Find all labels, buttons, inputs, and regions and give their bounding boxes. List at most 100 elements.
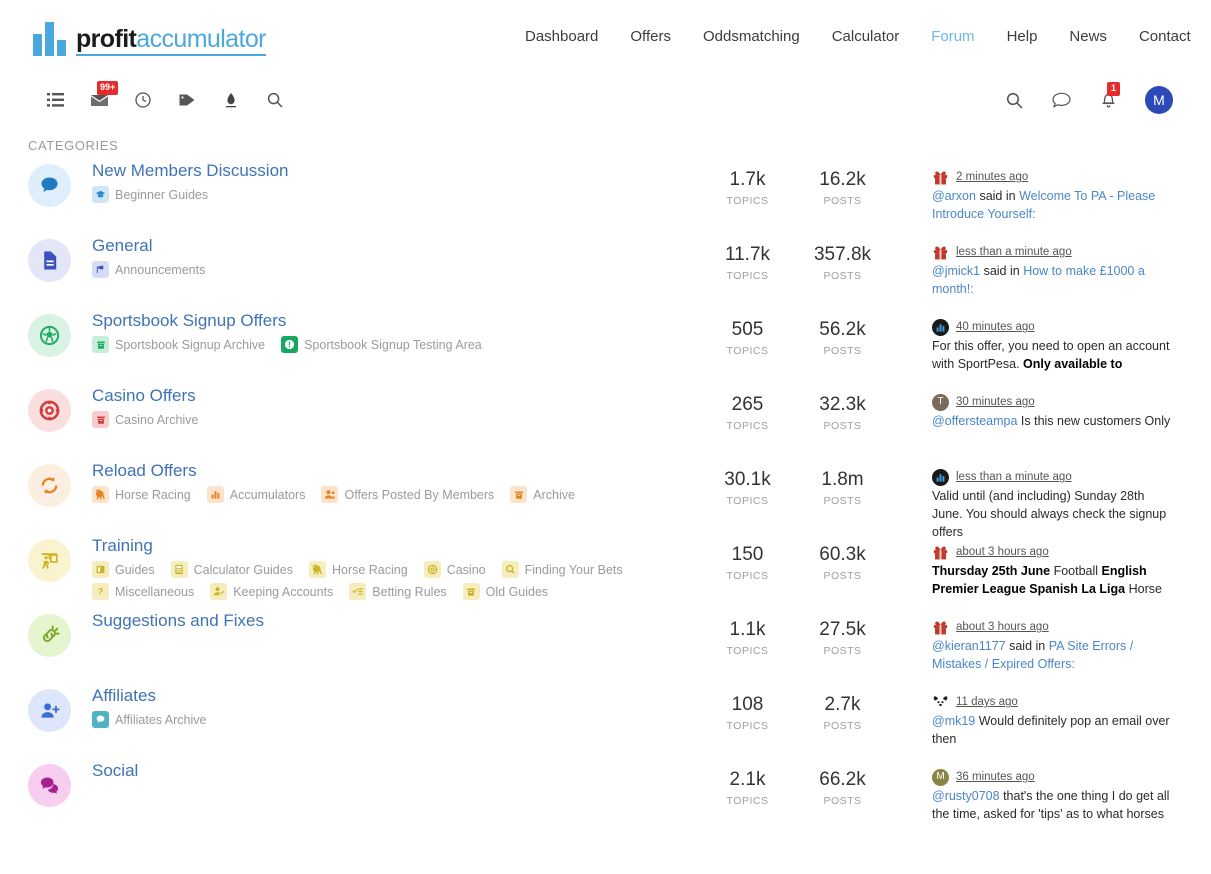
- bar-chart-icon[interactable]: [932, 469, 949, 486]
- latest-post-author[interactable]: @offersteampa: [932, 414, 1017, 428]
- question-icon: ?: [92, 583, 109, 601]
- dog-icon[interactable]: [932, 694, 949, 711]
- subcategory-link[interactable]: Betting Rules: [349, 583, 447, 601]
- subcategory-link[interactable]: Casino Archive: [92, 411, 198, 429]
- latest-post-excerpt: @kieran1177 said in PA Site Errors / Mis…: [932, 638, 1176, 674]
- latest-post-time[interactable]: less than a minute ago: [956, 244, 1072, 260]
- broken-link-icon[interactable]: [28, 614, 71, 657]
- chat-bubble-icon[interactable]: [1051, 90, 1071, 110]
- latest-post-time[interactable]: 40 minutes ago: [956, 319, 1035, 335]
- site-logo[interactable]: profitaccumulator: [33, 22, 266, 56]
- category-title-link[interactable]: New Members Discussion: [92, 161, 289, 180]
- posts-count: 60.3k: [819, 544, 866, 565]
- latest-post-author[interactable]: @rusty0708: [932, 789, 1000, 803]
- latest-post-time[interactable]: 2 minutes ago: [956, 169, 1028, 185]
- latest-post-header: 11 days ago: [932, 694, 1176, 711]
- gift-icon[interactable]: [932, 244, 949, 261]
- category-title-link[interactable]: Social: [92, 761, 138, 780]
- latest-post-time[interactable]: about 3 hours ago: [956, 619, 1049, 635]
- subcategory-link[interactable]: Archive: [510, 486, 575, 504]
- chats-icon[interactable]: [28, 764, 71, 807]
- subcategory-link[interactable]: Sportsbook Signup Archive: [92, 336, 265, 354]
- bar-chart-icon[interactable]: [932, 319, 949, 336]
- subcategory-link[interactable]: Keeping Accounts: [210, 583, 333, 601]
- forum-toolbar-right: 1 M: [1004, 78, 1173, 122]
- avatar[interactable]: T: [932, 394, 949, 411]
- refresh-icon[interactable]: [28, 464, 71, 507]
- posts-label: POSTS: [823, 344, 862, 357]
- gift-icon[interactable]: [932, 169, 949, 186]
- latest-post-time[interactable]: less than a minute ago: [956, 469, 1072, 485]
- bell-icon[interactable]: 1: [1098, 82, 1121, 110]
- latest-post-author[interactable]: @kieran1177: [932, 639, 1006, 653]
- subcategory-link[interactable]: Old Guides: [462, 583, 548, 601]
- category-title-link[interactable]: Casino Offers: [92, 386, 196, 405]
- football-icon[interactable]: [28, 314, 71, 357]
- gift-icon[interactable]: [932, 619, 949, 636]
- avatar[interactable]: M: [932, 769, 949, 786]
- category-title-link[interactable]: Reload Offers: [92, 461, 197, 480]
- latest-post-author[interactable]: @mk19: [932, 714, 975, 728]
- subcategory-link[interactable]: Sportsbook Signup Testing Area: [281, 336, 482, 354]
- user-avatar[interactable]: M: [1145, 86, 1173, 114]
- user-plus-icon[interactable]: [28, 689, 71, 732]
- subcategory-link[interactable]: Announcements: [92, 261, 205, 279]
- subcategory-link[interactable]: Horse Racing: [92, 486, 191, 504]
- latest-post-time[interactable]: 36 minutes ago: [956, 769, 1035, 785]
- nav-item-help[interactable]: Help: [1007, 28, 1038, 45]
- category-title-link[interactable]: Affiliates: [92, 686, 156, 705]
- latest-post-time[interactable]: about 3 hours ago: [956, 544, 1049, 560]
- horse-icon: [308, 561, 326, 579]
- nav-item-news[interactable]: News: [1069, 28, 1107, 45]
- tag-icon[interactable]: [177, 90, 197, 110]
- book-icon: [92, 561, 109, 579]
- subcategory-link[interactable]: Accumulators: [206, 486, 305, 504]
- topics-stat: 505 TOPICS: [700, 319, 795, 357]
- gift-icon[interactable]: [932, 544, 949, 561]
- latest-post-time[interactable]: 30 minutes ago: [956, 394, 1035, 410]
- clock-icon[interactable]: [133, 90, 153, 110]
- document-icon[interactable]: [28, 239, 71, 282]
- latest-post-time[interactable]: 11 days ago: [956, 694, 1018, 710]
- nav-item-forum[interactable]: Forum: [931, 28, 974, 45]
- category-stats: 30.1k TOPICS 1.8m POSTS: [700, 469, 890, 507]
- exclamation-circle-icon: [281, 336, 299, 354]
- pin-icon[interactable]: [221, 90, 241, 110]
- subcategory-link[interactable]: ? Miscellaneous: [92, 583, 194, 601]
- casino-chip-icon[interactable]: [28, 389, 71, 432]
- nav-item-dashboard[interactable]: Dashboard: [525, 28, 598, 45]
- category-title-link[interactable]: General: [92, 236, 152, 255]
- latest-post: M 36 minutes ago @rusty0708 that's the one…: [932, 769, 1176, 824]
- unread-mail-icon[interactable]: 99+: [89, 81, 119, 110]
- latest-post: about 3 hours ago Thursday 25th June Foot…: [932, 544, 1176, 599]
- nav-item-oddsmatching[interactable]: Oddsmatching: [703, 28, 800, 45]
- subcategory-link[interactable]: Casino: [423, 561, 486, 579]
- category-title-link[interactable]: Training: [92, 536, 153, 555]
- speech-bubble-icon[interactable]: [28, 164, 71, 207]
- category-row: Sportsbook Signup Offers Sportsbook Signu…: [0, 311, 1211, 386]
- subcategory-link[interactable]: Offers Posted By Members: [321, 486, 494, 504]
- posts-label: POSTS: [823, 419, 862, 432]
- category-title-link[interactable]: Sportsbook Signup Offers: [92, 311, 286, 330]
- nav-item-contact[interactable]: Contact: [1139, 28, 1191, 45]
- category-title-link[interactable]: Suggestions and Fixes: [92, 611, 264, 630]
- subcategory-link[interactable]: Calculator Guides: [170, 561, 293, 579]
- subcategory-link[interactable]: Beginner Guides: [92, 186, 208, 204]
- subcategory-link[interactable]: Finding Your Bets: [501, 561, 623, 579]
- latest-post-author[interactable]: @jmick1: [932, 264, 980, 278]
- subcategory-list: Sportsbook Signup Archive Sportsbook Sign…: [92, 336, 652, 354]
- nav-item-calculator[interactable]: Calculator: [832, 28, 900, 45]
- nav-item-offers[interactable]: Offers: [630, 28, 671, 45]
- subcategory-label: Finding Your Bets: [524, 562, 623, 577]
- subcategory-link[interactable]: Affiliates Archive: [92, 711, 206, 729]
- presentation-icon[interactable]: [28, 539, 71, 582]
- search-icon[interactable]: [265, 90, 285, 110]
- search-icon[interactable]: [1004, 90, 1024, 110]
- latest-post-author[interactable]: @arxon: [932, 189, 976, 203]
- latest-post-excerpt: @jmick1 said in How to make £1000 a mont…: [932, 263, 1176, 299]
- category-main: Suggestions and Fixes: [92, 611, 652, 631]
- subcategory-link[interactable]: Guides: [92, 561, 155, 579]
- subcategory-link[interactable]: Horse Racing: [308, 561, 408, 579]
- list-icon[interactable]: [45, 90, 65, 110]
- topics-count: 1.7k: [729, 169, 766, 190]
